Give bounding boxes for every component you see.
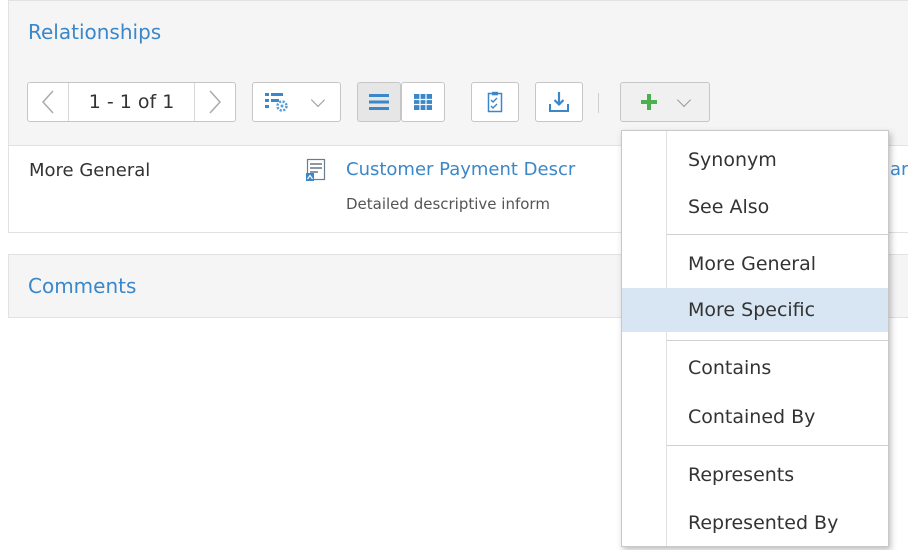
related-asset-description: Detailed descriptive inform [346, 195, 550, 213]
list-view-icon [369, 94, 389, 110]
checklist-icon [487, 91, 503, 113]
previous-page-button[interactable] [28, 83, 69, 121]
checklist-button[interactable] [471, 82, 519, 122]
related-asset-link-overflow[interactable]: ar [890, 159, 908, 180]
relationships-title: Relationships [28, 20, 162, 44]
menu-divider [667, 340, 888, 341]
menu-item-see-also[interactable]: See Also [622, 185, 888, 229]
menu-item-represented-by[interactable]: Represented By [622, 501, 888, 545]
menu-item-more-general[interactable]: More General [622, 242, 888, 286]
pager: 1 - 1 of 1 [27, 82, 236, 122]
column-settings-button[interactable] [252, 82, 341, 122]
menu-divider [667, 445, 888, 446]
menu-item-contained-by[interactable]: Contained By [622, 395, 888, 439]
chevron-down-icon [676, 92, 692, 108]
pager-text: 1 - 1 of 1 [88, 91, 175, 113]
grid-view-button[interactable] [401, 82, 445, 122]
chevron-right-icon [209, 90, 222, 114]
chevron-down-icon [310, 92, 326, 108]
data-element-icon [306, 158, 326, 181]
download-button[interactable] [535, 82, 583, 122]
list-settings-icon [265, 93, 288, 112]
toolbar-divider [598, 93, 599, 113]
related-asset-link[interactable]: Customer Payment Descr [346, 159, 575, 180]
add-relationship-button[interactable] [620, 82, 710, 122]
menu-item-contains[interactable]: Contains [622, 346, 888, 390]
menu-item-represents[interactable]: Represents [622, 453, 888, 497]
menu-item-synonym[interactable]: Synonym [622, 138, 888, 182]
relationship-type-menu: Synonym See Also More General More Speci… [621, 130, 889, 547]
menu-divider [667, 234, 888, 235]
grid-view-icon [414, 94, 432, 110]
relationships-header[interactable]: Relationships [9, 1, 908, 63]
menu-item-more-specific[interactable]: More Specific [622, 288, 888, 332]
download-icon [549, 92, 569, 112]
comments-title: Comments [28, 274, 137, 298]
plus-icon [641, 94, 657, 110]
chevron-left-icon [41, 90, 54, 114]
next-page-button[interactable] [194, 83, 235, 121]
relationship-type-label: More General [29, 160, 151, 181]
list-view-button[interactable] [357, 82, 401, 122]
